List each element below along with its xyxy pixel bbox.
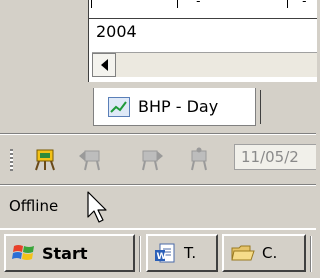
status-bar: Offline	[0, 186, 316, 229]
svg-text:W: W	[157, 252, 167, 262]
windows-logo-icon	[12, 245, 34, 260]
folder-icon	[231, 245, 255, 261]
toolbar-grip[interactable]	[10, 149, 13, 171]
status-text: Offline	[9, 197, 59, 215]
start-button[interactable]: Start	[4, 234, 135, 272]
taskbar: Start W T. C.	[0, 229, 316, 278]
tab-bhp-day[interactable]: BHP - Day	[93, 88, 256, 126]
chart-panel: ' ' - '' ' - 2004	[88, 0, 317, 82]
left-arrow-icon	[100, 59, 108, 71]
tick-label: ' - ''	[189, 0, 211, 8]
taskbar-button-folder[interactable]: C.	[222, 234, 306, 272]
chart-icon	[108, 96, 130, 117]
tab-strip: BHP - Day	[88, 82, 316, 132]
horizontal-scrollbar[interactable]	[92, 52, 317, 77]
taskbar-button-word[interactable]: W T.	[146, 234, 218, 272]
tab-label: BHP - Day	[138, 97, 219, 116]
taskbar-button-label: T.	[184, 244, 197, 262]
tick-label: '	[94, 0, 98, 8]
word-document-icon: W	[155, 243, 175, 263]
back-icon[interactable]	[74, 143, 108, 175]
year-label: 2004	[96, 22, 137, 41]
pin-icon[interactable]	[182, 143, 216, 175]
forward-icon[interactable]	[134, 143, 168, 175]
taskbar-divider	[310, 236, 312, 272]
scroll-left-button[interactable]	[92, 53, 116, 77]
taskbar-divider	[139, 236, 141, 272]
taskbar-button-label: C.	[262, 244, 278, 262]
tick-label: ' -	[295, 0, 307, 8]
date-input[interactable]: 11/05/2	[234, 144, 316, 170]
mouse-cursor-icon	[87, 191, 109, 229]
tab-separator	[260, 90, 261, 124]
toolbar: 11/05/2	[0, 135, 316, 183]
chart-tool-icon[interactable]	[28, 143, 62, 175]
axis-ticks: ' ' - '' ' -	[89, 0, 317, 19]
left-panel	[0, 0, 88, 133]
start-label: Start	[42, 243, 88, 263]
